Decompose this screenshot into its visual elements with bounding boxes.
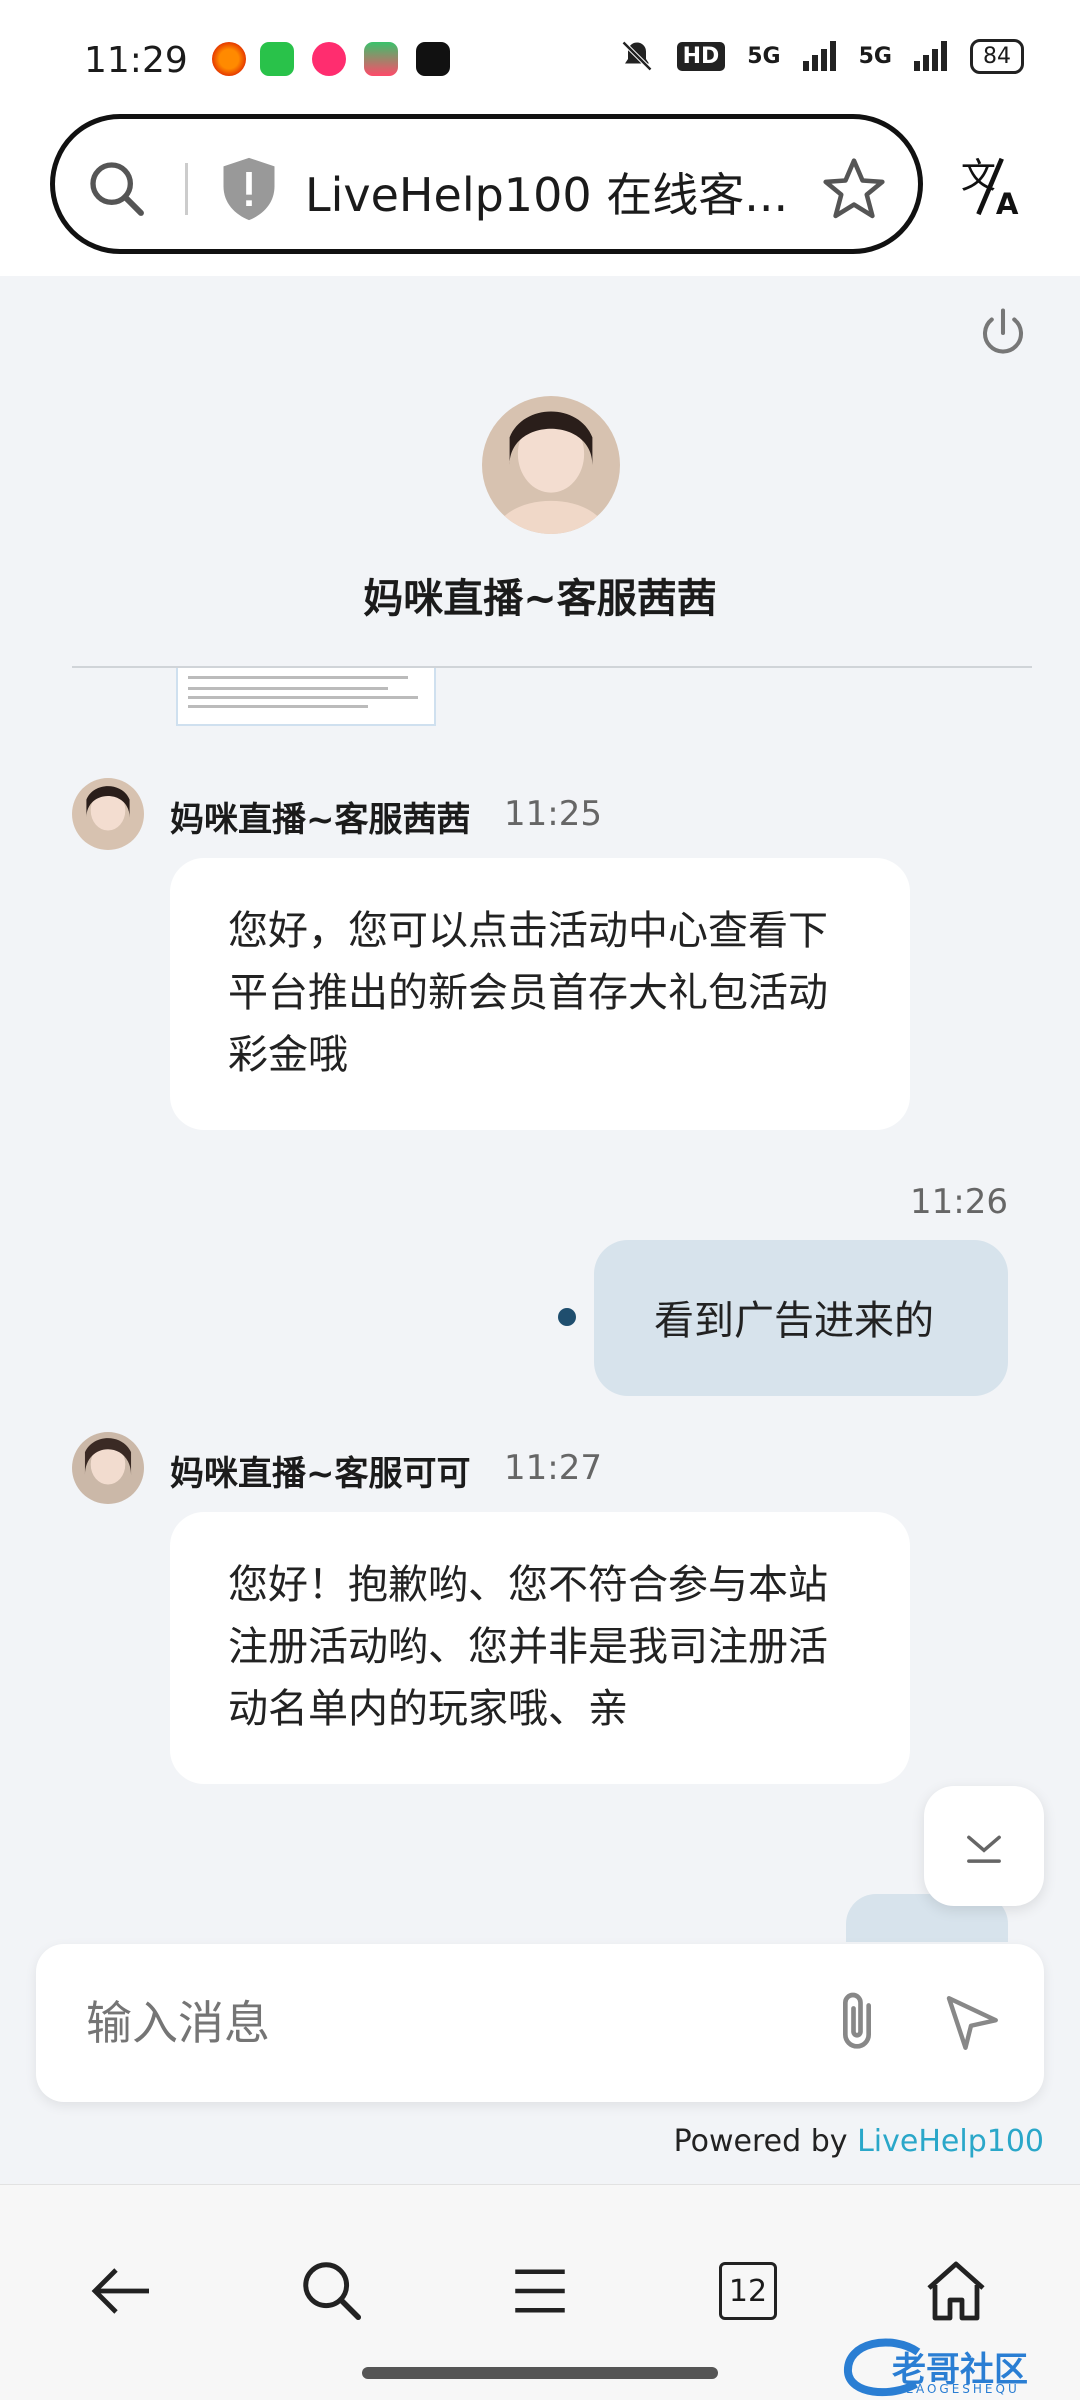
- app-notification-icon: [212, 42, 246, 76]
- signal-icon: [802, 41, 836, 71]
- watermark-logo: 老哥社区 LAOGESHEQU: [840, 2338, 1070, 2400]
- hd-badge: HD: [676, 41, 726, 71]
- browser-address-bar: LiveHelp100 在线客... 文A: [0, 110, 1080, 276]
- agent-header-avatar: [482, 396, 620, 534]
- battery-level: 84: [970, 38, 1024, 74]
- tabs-count: 12: [719, 2262, 777, 2320]
- chevron-down-icon: [967, 1835, 1001, 1863]
- home-icon: [927, 2261, 985, 2321]
- network-5g-label-2: 5G: [858, 43, 892, 69]
- mute-bell-icon: [621, 40, 652, 72]
- search-icon: [303, 2262, 362, 2321]
- svg-text:A: A: [996, 187, 1019, 220]
- menu-icon: [515, 2269, 565, 2313]
- shield-icon[interactable]: [219, 155, 279, 223]
- signal-icon-2: [914, 41, 947, 71]
- game-app-icon: [364, 42, 398, 76]
- agent-message-bubble: 您好，您可以点击活动中心查看下 平台推出的新会员首存大礼包活动彩金哦: [170, 858, 910, 1130]
- chat-panel: 妈咪直播~客服茜茜 妈咪直播~客服茜茜 11:25 您好，您可以点击活动中心查看…: [0, 276, 1080, 2184]
- translate-icon[interactable]: 文A: [958, 150, 1028, 220]
- watermark-subtext: LAOGESHEQU: [906, 2382, 1020, 2396]
- menu-button[interactable]: [490, 2241, 590, 2341]
- back-arrow-icon: [91, 2268, 149, 2314]
- tiktok-app-icon: [416, 42, 450, 76]
- message-time: 11:26: [910, 1182, 1008, 1222]
- powered-by-prefix: Powered by: [673, 2124, 848, 2159]
- image-message-thumbnail[interactable]: [176, 668, 436, 726]
- tabs-button[interactable]: 12: [698, 2241, 798, 2341]
- agent-avatar: [72, 1432, 144, 1504]
- url-divider: [185, 163, 188, 215]
- url-field[interactable]: LiveHelp100 在线客...: [50, 114, 923, 254]
- agent-header-name: 妈咪直播~客服茜茜: [363, 576, 717, 622]
- url-text[interactable]: LiveHelp100 在线客...: [305, 159, 825, 225]
- network-5g-label: 5G: [747, 43, 781, 69]
- message-time: 11:25: [504, 794, 602, 834]
- agent-message-bubble: 您好！抱歉哟、您不符合参与本站注册活动哟、您并非是我司注册活动名单内的玩家哦、亲: [170, 1512, 910, 1784]
- phone-app-icon: [260, 42, 294, 76]
- gesture-handle[interactable]: [362, 2367, 718, 2379]
- status-time: 11:29: [84, 40, 188, 81]
- message-sender-name: 妈咪直播~客服可可: [170, 1454, 471, 1494]
- power-icon[interactable]: [976, 306, 1030, 360]
- send-icon[interactable]: [938, 1990, 1004, 2056]
- message-composer: [36, 1944, 1044, 2102]
- bookmark-star-icon[interactable]: [820, 155, 888, 223]
- message-input[interactable]: [86, 1988, 786, 2058]
- powered-by: Powered by LiveHelp100: [674, 2124, 1044, 2159]
- user-message-bubble: 看到广告进来的: [594, 1240, 1008, 1396]
- search-button[interactable]: [282, 2241, 382, 2341]
- home-button[interactable]: [906, 2241, 1006, 2341]
- video-app-icon: [312, 42, 346, 76]
- paperclip-icon[interactable]: [822, 1988, 892, 2058]
- back-button[interactable]: [72, 2241, 172, 2341]
- status-bar: 11:29 HD 5G 5G 84: [0, 0, 1080, 110]
- livehelp-link[interactable]: LiveHelp100: [857, 2124, 1044, 2159]
- scroll-to-bottom-button[interactable]: [924, 1786, 1044, 1906]
- agent-avatar: [72, 778, 144, 850]
- sending-status-dot: [558, 1308, 576, 1326]
- search-icon[interactable]: [85, 157, 149, 221]
- message-sender-name: 妈咪直播~客服茜茜: [170, 800, 471, 840]
- message-time: 11:27: [504, 1448, 602, 1488]
